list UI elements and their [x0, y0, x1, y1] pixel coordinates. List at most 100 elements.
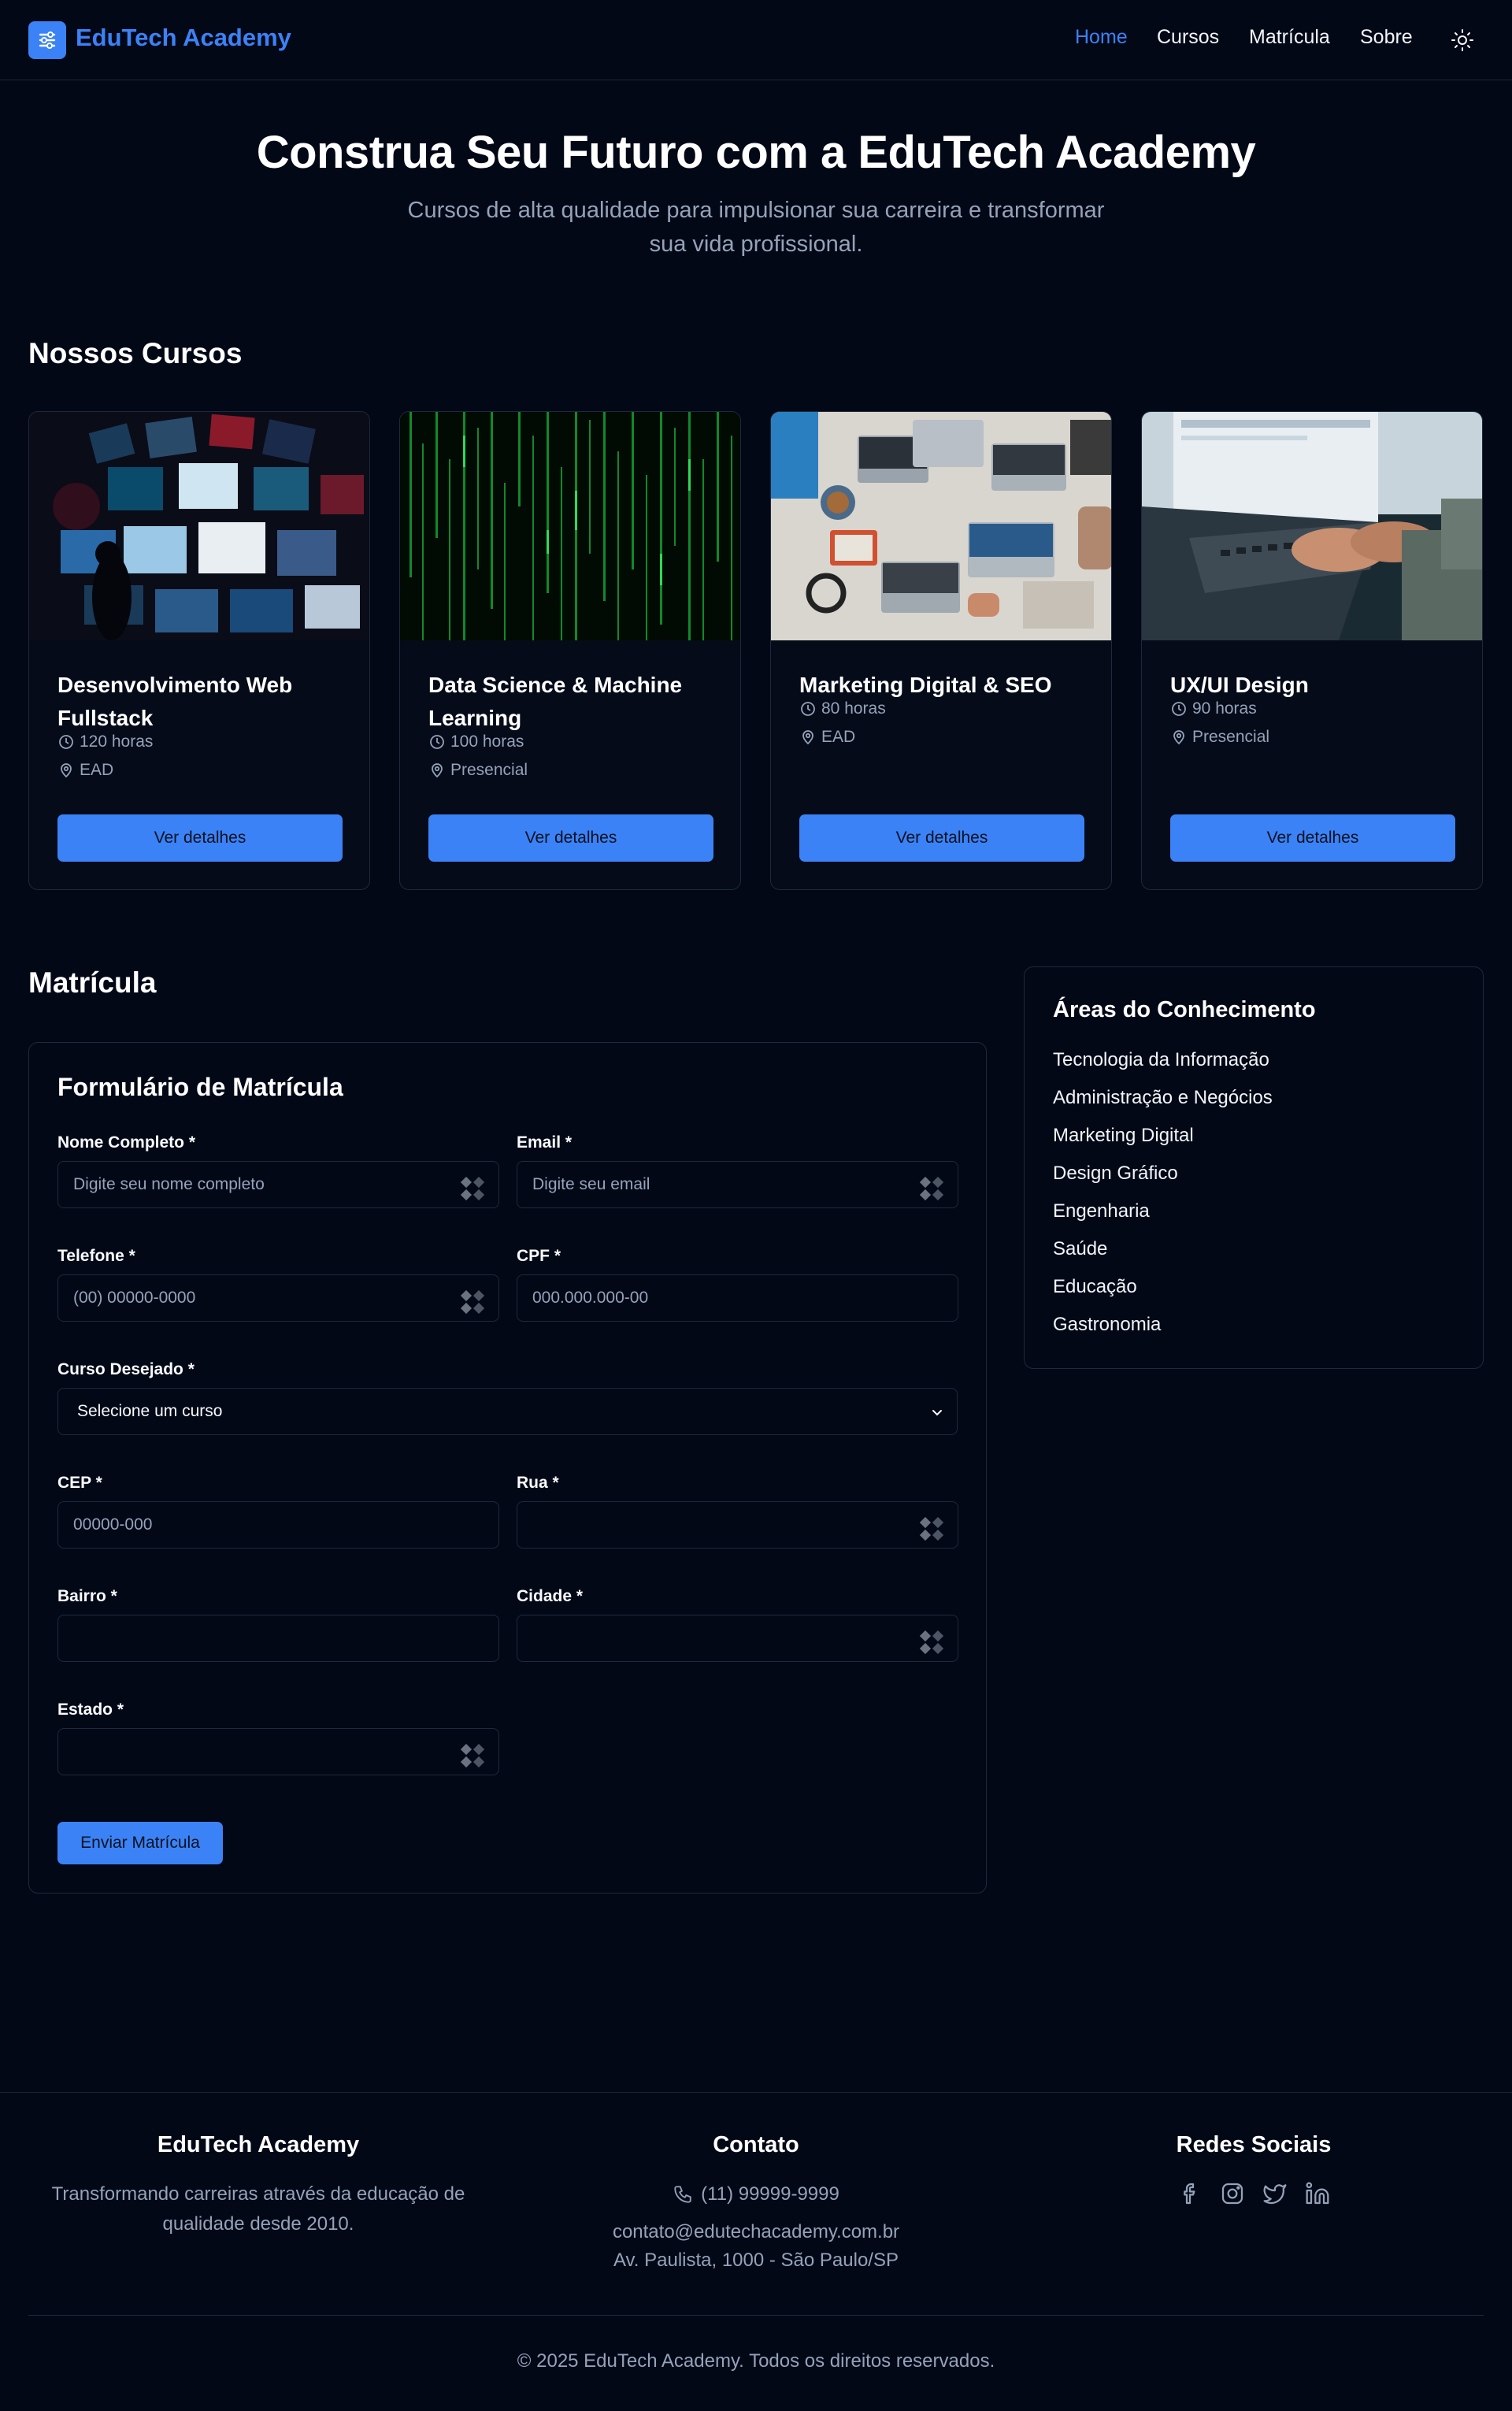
cep-field[interactable]: 00000-000	[57, 1501, 499, 1549]
telefone-field[interactable]: (00) 00000-0000	[57, 1274, 499, 1322]
courses-section-title: Nossos Cursos	[28, 337, 243, 369]
bairro-label: Bairro *	[57, 1587, 117, 1605]
footer-email[interactable]: contato@edutechacademy.com.br	[526, 2217, 986, 2247]
course-card: Marketing Digital & SEO 80 horas EAD Ver…	[770, 411, 1112, 890]
clock-icon	[430, 735, 444, 749]
footer-contact-title: Contato	[713, 2132, 799, 2157]
area-item[interactable]: Saúde	[1053, 1238, 1107, 1260]
course-title: UX/UI Design	[1170, 669, 1469, 702]
nav-matricula[interactable]: Matrícula	[1249, 26, 1330, 49]
footer-phone[interactable]: (11) 99999-9999	[526, 2179, 986, 2209]
linkedin-icon[interactable]	[1305, 2181, 1330, 2206]
telefone-label: Telefone *	[57, 1247, 135, 1265]
areas-title: Áreas do Conhecimento	[1053, 997, 1316, 1022]
cep-label: CEP *	[57, 1474, 102, 1492]
estado-field[interactable]	[57, 1728, 499, 1775]
autofill-icon[interactable]	[920, 1630, 943, 1654]
cidade-field[interactable]	[517, 1615, 958, 1662]
copyright: © 2025 EduTech Academy. Todos os direito…	[517, 2350, 995, 2372]
clock-icon	[1172, 702, 1186, 716]
course-title-line: Data Science & Machine	[428, 673, 683, 697]
autofill-icon[interactable]	[461, 1177, 484, 1200]
instagram-icon[interactable]	[1220, 2181, 1245, 2206]
nome-label: Nome Completo *	[57, 1133, 196, 1152]
rua-field[interactable]	[517, 1501, 958, 1549]
course-hours: 100 horas	[428, 733, 524, 751]
telefone-placeholder: (00) 00000-0000	[73, 1289, 196, 1307]
area-item[interactable]: Tecnologia da Informação	[1053, 1049, 1269, 1071]
course-mode-text: EAD	[80, 761, 114, 779]
course-mode: Presencial	[428, 761, 528, 780]
email-label: Email *	[517, 1133, 573, 1152]
curso-selected-value: Selecione um curso	[77, 1402, 223, 1420]
cpf-field[interactable]: 000.000.000-00	[517, 1274, 958, 1322]
cep-placeholder: 00000-000	[73, 1515, 153, 1534]
map-pin-icon	[61, 763, 72, 778]
enroll-section-title: Matrícula	[28, 966, 157, 999]
nav-cursos[interactable]: Cursos	[1157, 26, 1219, 49]
course-card: Data Science & Machine Learning 100 hora…	[399, 411, 741, 890]
hero-subtitle-line: Cursos de alta qualidade para impulsiona…	[407, 198, 1105, 223]
footer-divider	[28, 2315, 1484, 2316]
area-item[interactable]: Engenharia	[1053, 1200, 1150, 1222]
facebook-icon[interactable]	[1177, 2181, 1203, 2206]
cidade-label: Cidade *	[517, 1587, 584, 1605]
nav-sobre[interactable]: Sobre	[1360, 26, 1413, 49]
autofill-icon[interactable]	[461, 1290, 484, 1314]
area-item[interactable]: Administração e Negócios	[1053, 1087, 1273, 1109]
clock-icon	[59, 735, 73, 749]
footer-about-line: Transformando carreiras através da educa…	[51, 2183, 465, 2205]
course-image	[29, 412, 369, 640]
twitter-icon[interactable]	[1262, 2181, 1288, 2206]
enrollment-form: Formulário de Matrícula Nome Completo * …	[28, 1042, 987, 1894]
knowledge-areas-panel: Áreas do Conhecimento Tecnologia da Info…	[1024, 966, 1484, 1369]
footer-about-text: Transformando carreiras através da educa…	[28, 2179, 488, 2239]
course-mode: Presencial	[1170, 728, 1269, 747]
bairro-field[interactable]	[57, 1615, 499, 1662]
view-details-button[interactable]: Ver detalhes	[428, 814, 713, 862]
hero-subtitle-line: sua vida profissional.	[649, 232, 863, 257]
course-hours: 90 horas	[1170, 699, 1257, 718]
email-field[interactable]: Digite seu email	[517, 1161, 958, 1208]
area-item[interactable]: Marketing Digital	[1053, 1125, 1194, 1147]
footer-address: Av. Paulista, 1000 - São Paulo/SP	[613, 2250, 899, 2271]
nav-home[interactable]: Home	[1075, 26, 1128, 49]
map-pin-icon	[1173, 730, 1184, 745]
course-card: UX/UI Design 90 horas Presencial Ver det…	[1141, 411, 1483, 890]
footer-about-line: qualidade desde 2010.	[162, 2213, 354, 2235]
course-mode: EAD	[799, 728, 855, 747]
view-details-button[interactable]: Ver detalhes	[799, 814, 1084, 862]
hero-title: Construa Seu Futuro com a EduTech Academ…	[256, 127, 1256, 178]
footer-about-title: EduTech Academy	[157, 2132, 360, 2157]
view-details-button[interactable]: Ver detalhes	[57, 814, 343, 862]
course-title: Data Science & Machine Learning	[428, 669, 728, 735]
map-pin-icon	[802, 730, 813, 745]
view-details-button[interactable]: Ver detalhes	[1170, 814, 1455, 862]
course-mode-text: Presencial	[450, 761, 528, 779]
autofill-icon[interactable]	[461, 1744, 484, 1767]
course-hours-text: 90 horas	[1192, 699, 1257, 718]
logo-icon[interactable]	[28, 21, 66, 59]
course-title-line: Fullstack	[57, 706, 154, 730]
course-hours-text: 100 horas	[450, 733, 524, 751]
area-item[interactable]: Gastronomia	[1053, 1314, 1161, 1336]
estado-label: Estado *	[57, 1701, 124, 1719]
submit-enrollment-button[interactable]: Enviar Matrícula	[57, 1822, 223, 1864]
nome-field[interactable]: Digite seu nome completo	[57, 1161, 499, 1208]
brand-name[interactable]: EduTech Academy	[76, 24, 291, 52]
footer-social-title: Redes Sociais	[1176, 2132, 1332, 2157]
course-hours-text: 80 horas	[821, 699, 886, 718]
area-item[interactable]: Design Gráfico	[1053, 1163, 1178, 1185]
clock-icon	[801, 702, 815, 716]
rua-label: Rua *	[517, 1474, 559, 1492]
sun-icon[interactable]	[1447, 25, 1477, 55]
course-hours-text: 120 horas	[80, 733, 154, 751]
autofill-icon[interactable]	[920, 1517, 943, 1541]
form-title: Formulário de Matrícula	[57, 1073, 343, 1101]
email-placeholder: Digite seu email	[532, 1175, 650, 1193]
course-mode-text: Presencial	[1192, 728, 1270, 746]
autofill-icon[interactable]	[920, 1177, 943, 1200]
curso-select[interactable]: Selecione um curso	[57, 1388, 958, 1435]
area-item[interactable]: Educação	[1053, 1276, 1137, 1298]
phone-icon	[674, 2186, 691, 2203]
